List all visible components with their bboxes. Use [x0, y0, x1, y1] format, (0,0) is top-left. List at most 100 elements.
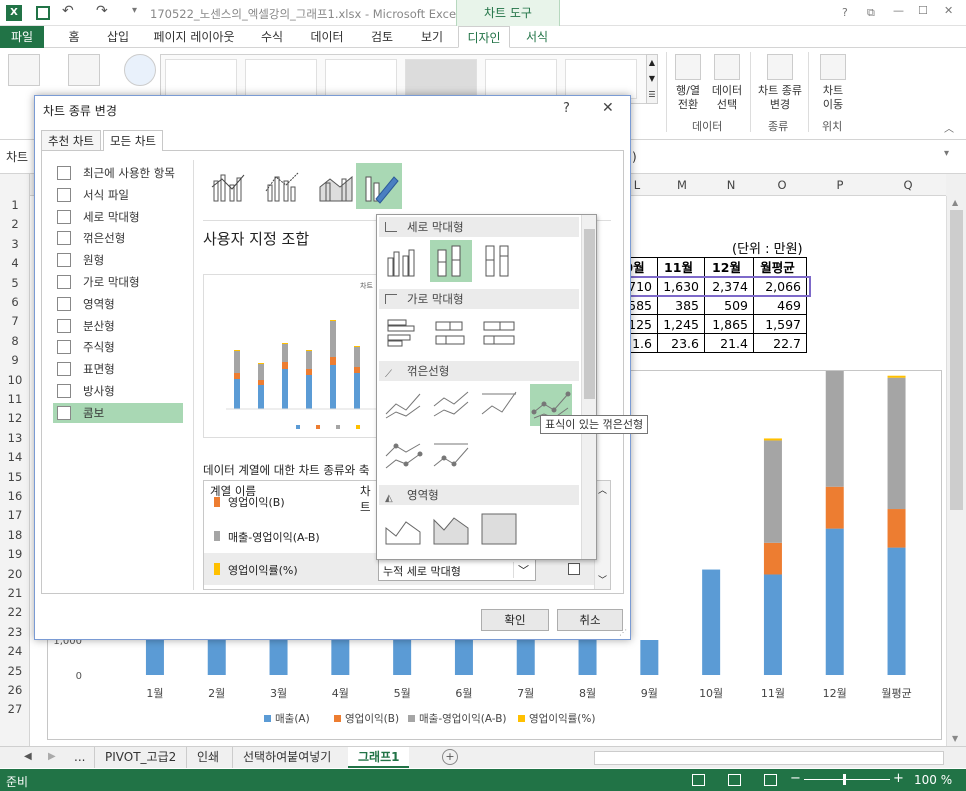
row-header[interactable]: 1 — [0, 198, 30, 217]
save-icon[interactable] — [36, 6, 50, 20]
tab-page-layout[interactable]: 페이지 레이아웃 — [144, 26, 244, 48]
gallery-scroll-icon[interactable]: ▲ ▼ ☰ — [646, 54, 658, 104]
change-colors-button[interactable] — [120, 54, 160, 90]
combo-subtype-area-stacked[interactable] — [311, 162, 359, 210]
tab-data[interactable]: 데이터 — [302, 26, 352, 48]
combo-subtype-clustered-line[interactable] — [203, 162, 251, 210]
dialog-help-icon[interactable]: ? — [563, 101, 570, 116]
chart-category-item[interactable]: 최근에 사용한 항목 — [53, 163, 183, 183]
row-header[interactable]: 2 — [0, 217, 30, 236]
area-option[interactable] — [381, 507, 425, 551]
row-header[interactable]: 25 — [0, 664, 30, 683]
secondary-axis-checkbox[interactable] — [568, 563, 580, 575]
table-cell[interactable]: 1,597 — [753, 314, 807, 334]
tab-all-charts[interactable]: 모든 차트 — [103, 130, 163, 151]
tab-format[interactable]: 서식 — [514, 26, 560, 48]
scroll-thumb[interactable] — [950, 210, 963, 510]
clustered-column-option[interactable] — [381, 239, 425, 283]
sheet-tab-pivot[interactable]: PIVOT_고급2 — [94, 747, 186, 768]
row-header[interactable]: 23 — [0, 625, 30, 644]
row-header[interactable]: 4 — [0, 256, 30, 275]
table-cell[interactable]: 2,066 — [753, 276, 807, 296]
horizontal-scrollbar[interactable] — [594, 751, 944, 765]
maximize-icon[interactable]: ☐ — [918, 4, 928, 17]
undo-icon[interactable]: ↶ — [62, 3, 74, 19]
stacked-100-column-option[interactable] — [477, 239, 521, 283]
zoom-slider[interactable] — [804, 779, 890, 780]
line-option[interactable] — [381, 383, 425, 427]
tab-recommended-charts[interactable]: 추천 차트 — [41, 130, 101, 150]
change-chart-type-button[interactable]: 차트 종류 변경 — [756, 54, 804, 112]
chart-category-item[interactable]: 서식 파일 — [53, 185, 183, 205]
table-cell[interactable]: 2,374 — [704, 276, 754, 296]
column-header-N[interactable]: N — [706, 174, 756, 196]
tab-formulas[interactable]: 수식 — [250, 26, 294, 48]
select-all-corner[interactable] — [0, 174, 30, 196]
chart-style-thumb[interactable] — [325, 59, 397, 99]
column-header-P[interactable]: P — [808, 174, 872, 196]
row-header[interactable]: 9 — [0, 353, 30, 372]
table-header-cell[interactable]: 12월 — [704, 257, 754, 277]
stacked-100-line-option[interactable] — [477, 383, 521, 427]
minimize-icon[interactable]: — — [893, 4, 904, 17]
sheet-tab-more[interactable]: ... — [64, 747, 95, 768]
row-header[interactable]: 3 — [0, 237, 30, 256]
table-header-cell[interactable]: 월평균 — [753, 257, 807, 277]
table-cell[interactable]: 1,630 — [657, 276, 705, 296]
zoom-slider-thumb[interactable] — [843, 774, 846, 785]
zoom-level[interactable]: 100 % — [914, 773, 952, 787]
row-header[interactable]: 7 — [0, 314, 30, 333]
stacked-line-option[interactable] — [429, 383, 473, 427]
formula-input[interactable]: ) — [632, 146, 637, 168]
scroll-up-icon[interactable]: ︿ — [598, 483, 607, 496]
chart-category-item[interactable]: 분산형 — [53, 316, 183, 336]
tab-view[interactable]: 보기 — [410, 26, 454, 48]
row-header[interactable]: 18 — [0, 528, 30, 547]
select-data-button[interactable]: 데이터 선택 — [708, 54, 746, 112]
sheet-nav-prev-icon[interactable]: ◀ — [24, 751, 32, 762]
stacked-100-bar-option[interactable] — [477, 311, 521, 355]
collapse-ribbon-icon[interactable]: ︿ — [944, 120, 954, 135]
sheet-tab-graph1[interactable]: 그래프1 — [348, 747, 410, 768]
zoom-in-icon[interactable]: + — [893, 771, 904, 786]
row-header[interactable]: 16 — [0, 489, 30, 508]
sheet-tab-paste-special[interactable]: 선택하여붙여넣기 — [232, 747, 341, 768]
chart-style-thumb[interactable] — [565, 59, 637, 99]
chart-style-thumb[interactable] — [245, 59, 317, 99]
scroll-up-icon[interactable]: ▲ — [952, 198, 958, 207]
combo-subtype-custom[interactable] — [355, 162, 403, 210]
table-cell[interactable]: 1,865 — [704, 314, 754, 334]
stacked-100-area-option[interactable] — [477, 507, 521, 551]
dialog-close-icon[interactable]: ✕ — [602, 100, 614, 116]
row-header[interactable]: 14 — [0, 450, 30, 469]
scroll-down-icon[interactable]: ▼ — [952, 734, 958, 743]
vertical-scrollbar-top[interactable] — [946, 174, 966, 196]
chart-category-item[interactable]: 콤보 — [53, 402, 183, 423]
row-header[interactable]: 22 — [0, 605, 30, 624]
gallery-scrollbar[interactable] — [581, 215, 596, 559]
row-header[interactable]: 26 — [0, 683, 30, 702]
row-header[interactable]: 13 — [0, 431, 30, 450]
row-header[interactable]: 10 — [0, 373, 30, 392]
resize-grip-icon[interactable]: ⋰ — [619, 628, 627, 637]
table-header-cell[interactable]: 11월 — [657, 257, 705, 277]
zoom-out-icon[interactable]: − — [790, 771, 801, 786]
table-cell[interactable]: 21.4 — [704, 333, 754, 353]
stacked-bar-option[interactable] — [429, 311, 473, 355]
chart-category-item[interactable]: 주식형 — [53, 337, 183, 357]
chart-category-item[interactable]: 가로 막대형 — [53, 272, 183, 292]
cancel-button[interactable]: 취소 — [557, 609, 623, 631]
sheet-tab-print[interactable]: 인쇄 — [186, 747, 229, 768]
chart-style-thumb[interactable] — [405, 59, 477, 99]
tab-file[interactable]: 파일 — [0, 26, 44, 48]
table-cell[interactable]: 1,245 — [657, 314, 705, 334]
page-layout-view-icon[interactable] — [728, 774, 741, 786]
add-chart-element-button[interactable] — [4, 54, 44, 90]
chart-category-item[interactable]: 방사형 — [53, 381, 183, 401]
row-header[interactable]: 21 — [0, 586, 30, 605]
row-header[interactable]: 6 — [0, 295, 30, 314]
stacked-column-option[interactable] — [429, 239, 473, 283]
tab-home[interactable]: 홈 — [54, 26, 94, 48]
row-header[interactable]: 20 — [0, 567, 30, 586]
scroll-down-icon[interactable]: ﹀ — [598, 573, 607, 586]
